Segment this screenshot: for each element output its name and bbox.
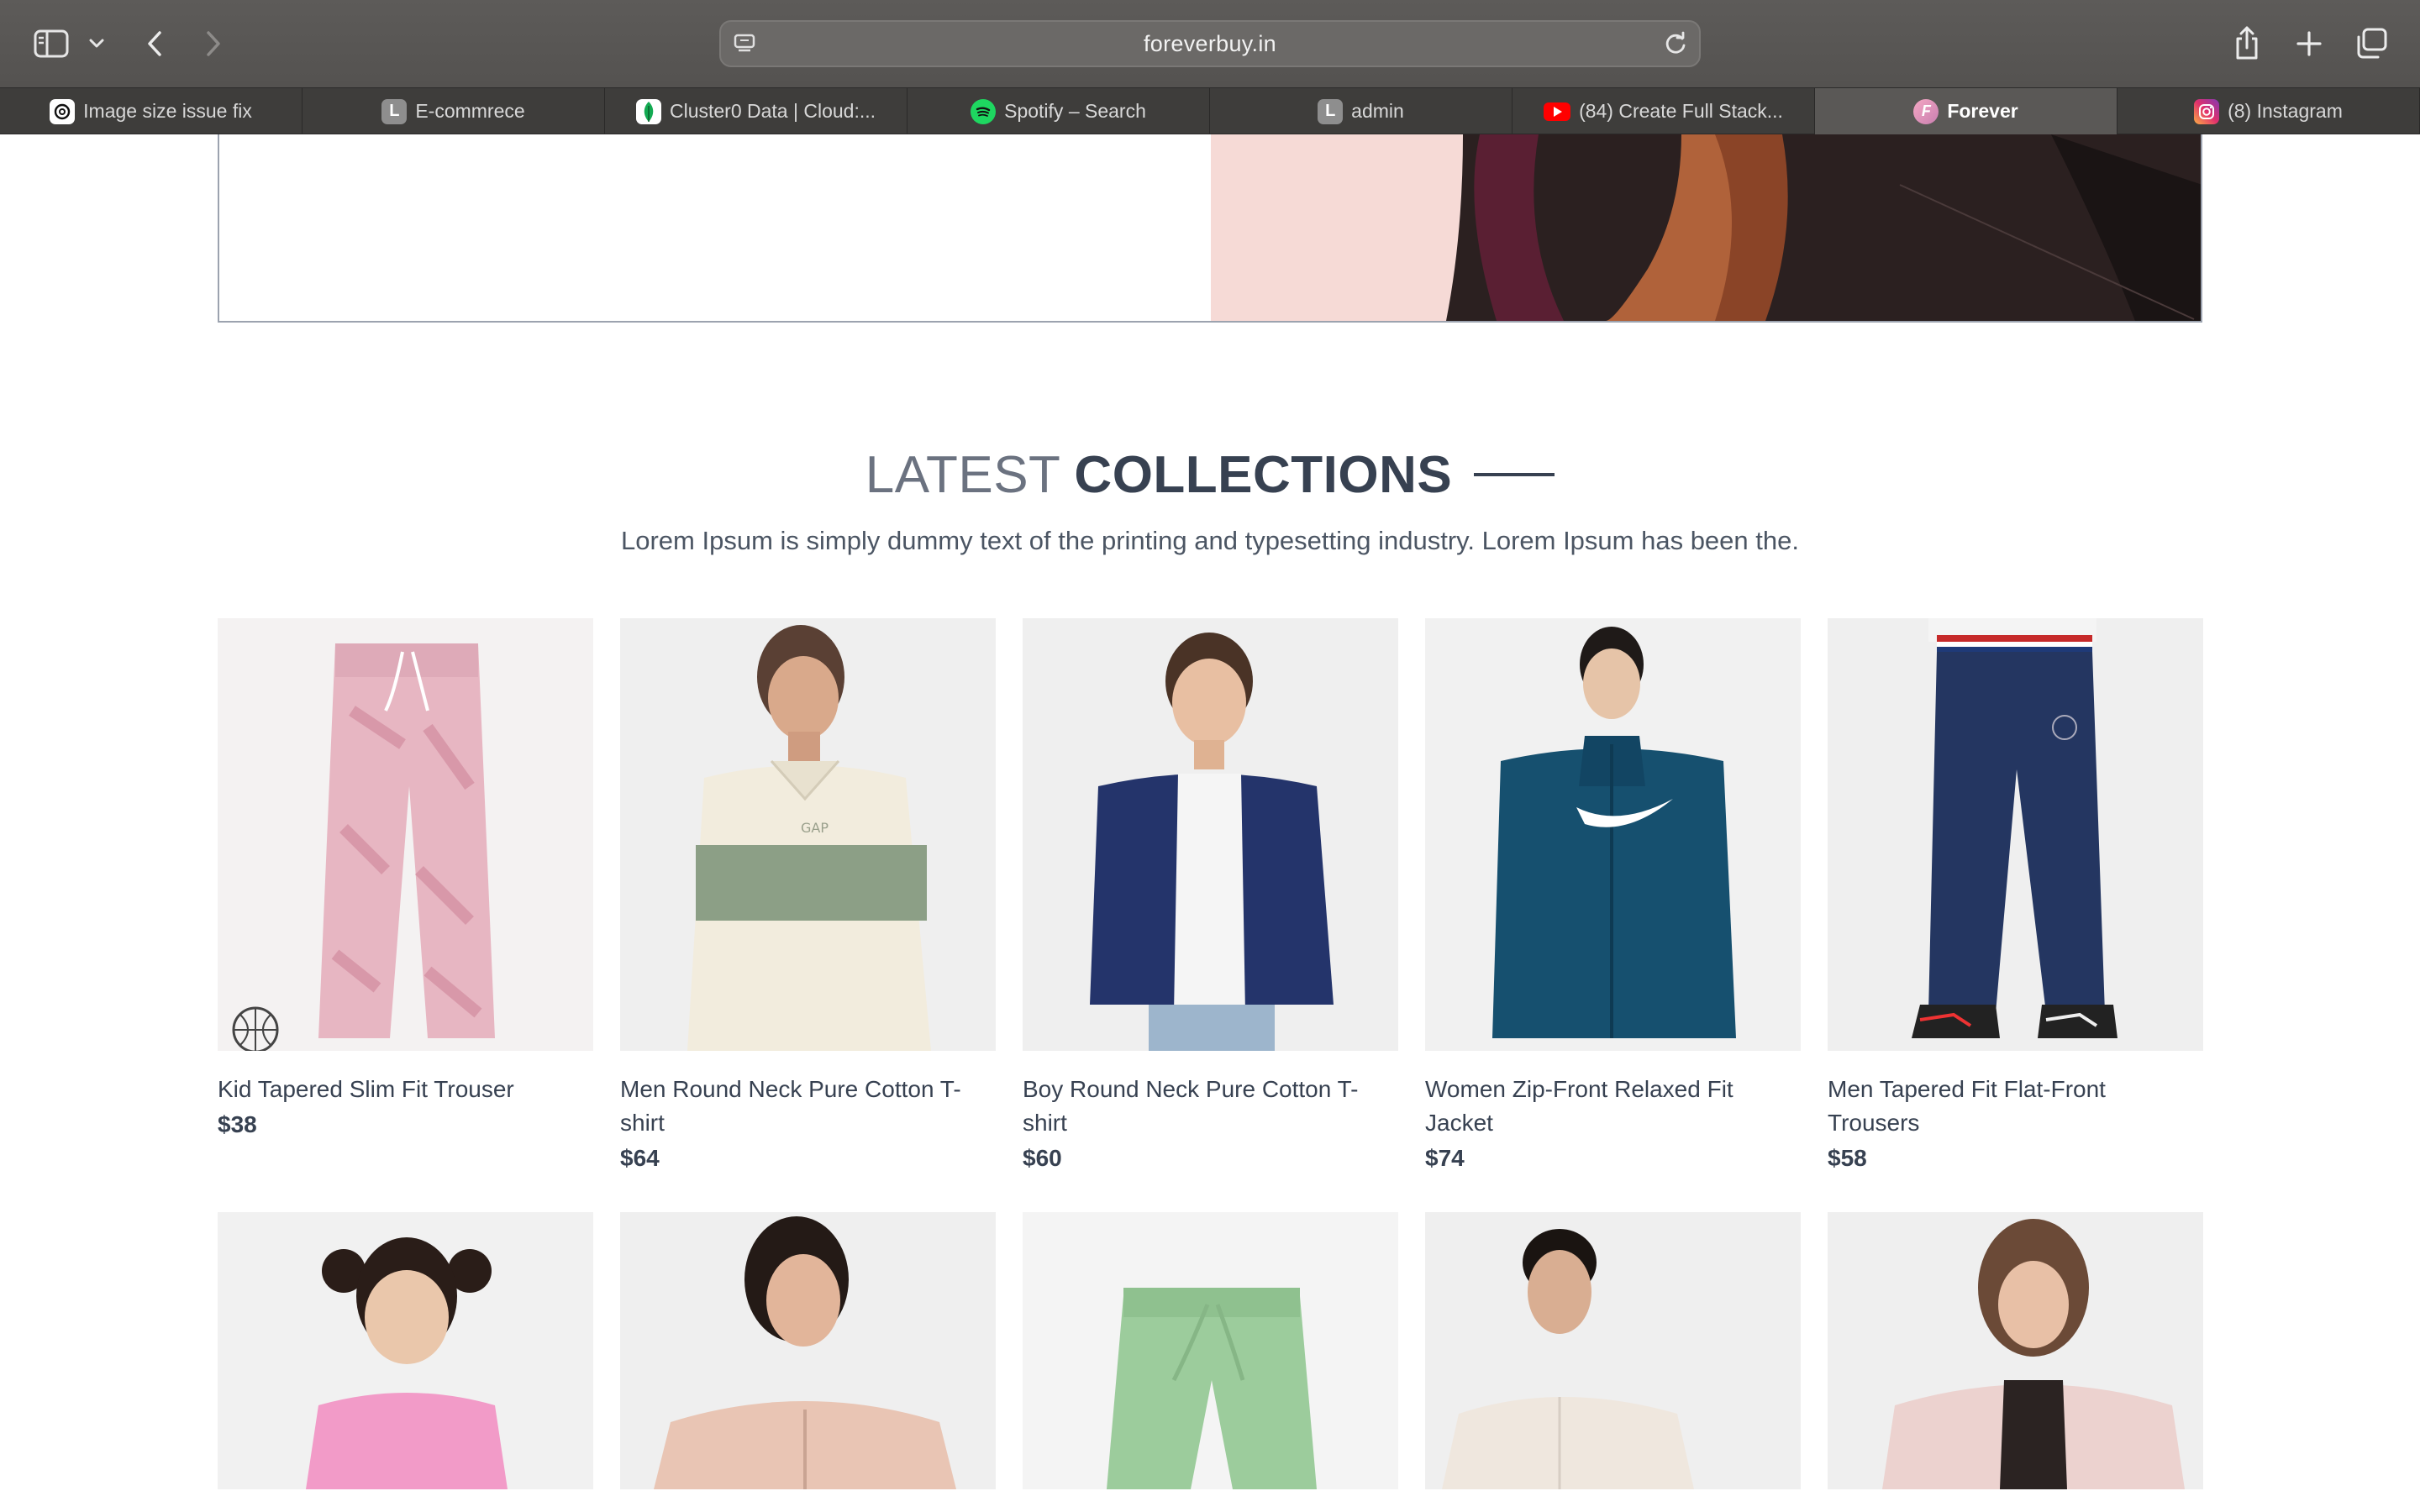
tab-forever[interactable]: F Forever [1815, 88, 2118, 134]
hero-banner [218, 134, 2202, 323]
product-card[interactable] [1425, 1212, 1801, 1489]
tab-label: E-commrece [415, 100, 525, 122]
product-price: $64 [620, 1145, 660, 1171]
product-name[interactable]: Men Tapered Fit Flat-Front Trousers [1828, 1073, 2203, 1140]
share-button[interactable] [2232, 24, 2262, 62]
chevron-down-icon [89, 39, 104, 48]
product-image[interactable] [218, 1212, 593, 1489]
forward-button[interactable] [200, 27, 227, 60]
tab-bar: Image size issue fix L E-commrece Cluste… [0, 87, 2420, 134]
product-name[interactable]: Men Round Neck Pure Cotton T-shirt [620, 1073, 996, 1140]
tab-image-size-issue[interactable]: Image size issue fix [0, 88, 302, 134]
product-card[interactable] [1828, 1212, 2203, 1489]
sidebar-toggle-button[interactable] [32, 27, 71, 60]
product-card[interactable]: Kid Tapered Slim Fit Trouser $38 [218, 618, 593, 1172]
product-image[interactable]: GAP [620, 618, 996, 1051]
svg-text:GAP: GAP [801, 820, 829, 836]
tab-label: Spotify – Search [1004, 100, 1146, 122]
tab-label: (8) Instagram [2228, 100, 2343, 122]
product-name[interactable]: Women Zip-Front Relaxed Fit Jacket [1425, 1073, 1801, 1140]
product-card[interactable] [620, 1212, 996, 1489]
product-image[interactable] [218, 618, 593, 1051]
collections-title-light: LATEST [865, 445, 1061, 504]
product-image[interactable] [1023, 1212, 1398, 1489]
browser-toolbar: foreverbuy.in [0, 0, 2420, 87]
letter-l-icon: L [1318, 98, 1344, 124]
product-image[interactable] [1425, 1212, 1801, 1489]
product-card[interactable]: Boy Round Neck Pure Cotton T-shirt $60 [1023, 618, 1398, 1172]
product-name[interactable]: Boy Round Neck Pure Cotton T-shirt [1023, 1073, 1398, 1140]
openai-icon [50, 98, 76, 124]
tab-spotify[interactable]: Spotify – Search [908, 88, 1210, 134]
chevron-right-icon [207, 31, 220, 56]
chevron-left-icon [148, 31, 161, 56]
product-image[interactable] [1023, 618, 1398, 1051]
product-image[interactable] [1425, 618, 1801, 1051]
product-price: $60 [1023, 1145, 1062, 1171]
tab-label: admin [1351, 100, 1404, 122]
product-price: $38 [218, 1111, 257, 1137]
product-image[interactable] [620, 1212, 996, 1489]
tab-instagram[interactable]: (8) Instagram [2118, 88, 2420, 134]
tab-label: Cluster0 Data | Cloud:... [669, 100, 876, 122]
product-price: $74 [1425, 1145, 1465, 1171]
address-bar[interactable]: foreverbuy.in [719, 20, 1701, 67]
tab-label: (84) Create Full Stack... [1579, 100, 1783, 122]
product-image[interactable] [1828, 1212, 2203, 1489]
hero-image [1211, 134, 2201, 321]
plus-icon [2296, 31, 2322, 56]
product-image[interactable] [1828, 618, 2203, 1051]
product-price: $58 [1828, 1145, 1867, 1171]
product-name[interactable]: Kid Tapered Slim Fit Trouser [218, 1073, 593, 1106]
tab-overview-icon [2357, 28, 2387, 59]
product-card[interactable]: Men Tapered Fit Flat-Front Trousers $58 [1828, 618, 2203, 1172]
product-card[interactable]: GAP Men Round Neck Pure Cotton T-shirt $… [620, 618, 996, 1172]
reload-icon[interactable] [1662, 30, 1689, 61]
collections-description: Lorem Ipsum is simply dummy text of the … [621, 526, 1799, 555]
tab-admin[interactable]: L admin [1210, 88, 1512, 134]
back-button[interactable] [141, 27, 168, 60]
spotify-icon [971, 98, 997, 124]
youtube-icon [1544, 102, 1571, 121]
product-card[interactable] [218, 1212, 593, 1489]
new-tab-button[interactable] [2292, 27, 2326, 60]
tab-e-commrece[interactable]: L E-commrece [302, 88, 605, 134]
heading-divider [1474, 473, 1555, 476]
tab-overview-button[interactable] [2353, 25, 2390, 62]
tab-cluster0[interactable]: Cluster0 Data | Cloud:... [605, 88, 908, 134]
product-card[interactable]: Women Zip-Front Relaxed Fit Jacket $74 [1425, 618, 1801, 1172]
tab-label: Forever [1947, 100, 2018, 122]
collections-heading: LATEST COLLECTIONS [0, 437, 2420, 512]
sidebar-icon [34, 29, 69, 58]
tab-label: Image size issue fix [83, 100, 252, 122]
letter-l-icon: L [381, 98, 408, 124]
mongodb-leaf-icon [635, 98, 661, 124]
url-text: foreverbuy.in [1144, 31, 1276, 56]
share-icon [2236, 26, 2258, 60]
collections-title-bold: COLLECTIONS [1074, 445, 1453, 504]
tab-youtube[interactable]: (84) Create Full Stack... [1512, 88, 1815, 134]
tab-group-dropdown-button[interactable] [86, 32, 108, 55]
forever-f-icon: F [1913, 98, 1939, 124]
instagram-icon [2194, 98, 2220, 124]
product-grid: Kid Tapered Slim Fit Trouser $38 GAP Men… [218, 618, 2203, 1489]
product-card[interactable] [1023, 1212, 1398, 1489]
